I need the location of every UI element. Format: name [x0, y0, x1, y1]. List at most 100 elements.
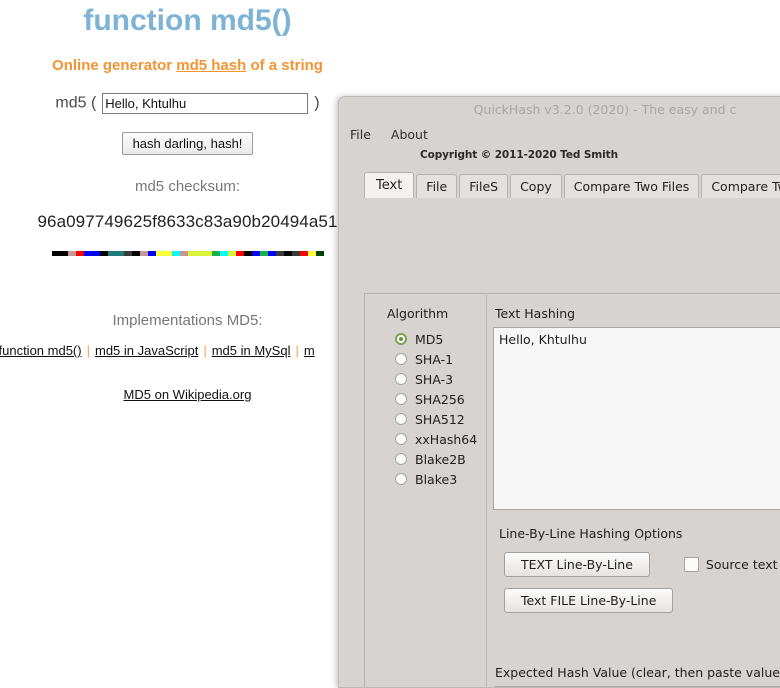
radio-icon[interactable] [395, 393, 407, 405]
wikipedia-link[interactable]: MD5 on Wikipedia.org [124, 387, 252, 402]
text-hashing-textarea[interactable]: Hello, Khtulhu [493, 327, 780, 510]
color-bar-segment [235, 251, 244, 256]
algorithm-option-label: xxHash64 [415, 431, 478, 447]
checksum-value: 96a097749625f8633c83a90b20494a51 [37, 212, 338, 231]
algorithm-option-sha-3[interactable]: SHA-3 [366, 369, 486, 389]
color-bar-segment [59, 251, 68, 256]
color-bar-segment [291, 251, 300, 256]
color-bar-segment [163, 251, 172, 256]
source-text-checkbox[interactable] [683, 557, 699, 572]
algorithm-option-sha512[interactable]: SHA512 [366, 409, 486, 429]
menu-item-file[interactable]: File [347, 126, 374, 143]
page-subtitle: Online generator md5 hash of a string [0, 57, 375, 74]
color-bar-segment [259, 251, 268, 256]
color-bar-segment [75, 251, 84, 256]
algorithm-option-label: SHA-3 [415, 371, 454, 387]
menubar: File About [339, 123, 780, 145]
tab-file[interactable]: File [416, 174, 458, 198]
algorithm-option-label: SHA512 [415, 411, 465, 427]
link-separator: | [295, 343, 299, 358]
color-bar-segment [187, 251, 196, 256]
color-bar-segment [227, 251, 236, 256]
radio-icon[interactable] [395, 473, 407, 485]
wikipedia-link-wrapper: MD5 on Wikipedia.org [0, 387, 375, 402]
tab-compare-two-folders[interactable]: Compare Two Folders [701, 174, 780, 198]
radio-icon[interactable] [395, 373, 407, 385]
algorithm-option-xxhash64[interactable]: xxHash64 [366, 429, 486, 449]
line-by-line-section-label: Line-By-Line Hashing Options [499, 526, 683, 541]
algorithm-title: Algorithm [387, 306, 449, 321]
link-separator: | [86, 343, 90, 358]
window-titlebar[interactable]: QuickHash v3.2.0 (2020) - The easy and c [339, 97, 780, 123]
tab-copy[interactable]: Copy [510, 174, 562, 198]
text-line-by-line-button[interactable]: TEXT Line-By-Line [504, 552, 650, 577]
algorithm-option-sha-1[interactable]: SHA-1 [366, 349, 486, 369]
algorithm-option-label: Blake3 [415, 471, 458, 487]
color-bar-segment [51, 251, 60, 256]
link-separator: | [203, 343, 207, 358]
color-bar-segment [115, 251, 124, 256]
implementation-link[interactable]: md5 in JavaScript [95, 343, 198, 358]
md5-string-input[interactable] [102, 93, 309, 114]
text-file-line-by-line-button[interactable]: Text FILE Line-By-Line [504, 588, 674, 613]
quickhash-window: QuickHash v3.2.0 (2020) - The easy and c… [338, 96, 780, 688]
color-bar-segment [131, 251, 140, 256]
algorithm-option-blake3[interactable]: Blake3 [366, 469, 486, 489]
hash-color-bar [51, 251, 324, 256]
checksum-label: md5 checksum: [134, 178, 241, 195]
page-title: function md5() [83, 4, 292, 37]
subtitle-text-before: Online generator [52, 57, 177, 74]
color-bar-segment [139, 251, 148, 256]
implementation-link[interactable]: m [304, 343, 315, 358]
implementation-link[interactable]: md5 in MySql [212, 343, 291, 358]
algorithm-option-md5[interactable]: MD5 [366, 329, 486, 349]
algorithm-option-sha256[interactable]: SHA256 [366, 389, 486, 409]
color-bar-segment [107, 251, 116, 256]
tab-files[interactable]: FileS [459, 174, 509, 198]
color-bar-segment [267, 251, 276, 256]
color-bar-wrapper [0, 243, 375, 261]
line-by-line-row-2: Text FILE Line-By-Line [493, 588, 780, 613]
implementation-links-row: nual function md5() | md5 in JavaScript | md… [0, 343, 330, 358]
color-bar-segment [251, 251, 260, 256]
color-bar-segment [83, 251, 92, 256]
source-text-checkbox-wrapper[interactable]: Source text IN [683, 557, 780, 572]
algorithm-option-label: SHA256 [415, 391, 465, 407]
algorithm-option-label: MD5 [415, 331, 444, 347]
algorithm-option-blake2b[interactable]: Blake2B [366, 449, 486, 469]
hash-submit-button[interactable]: hash darling, hash! [121, 132, 254, 155]
algorithm-panel: Algorithm MD5 SHA-1 SHA-3 SHA256 SHA512 xxHas… [366, 295, 487, 687]
color-bar-segment [195, 251, 204, 256]
color-bar-segment [307, 251, 316, 256]
radio-icon[interactable] [395, 453, 407, 465]
radio-icon[interactable] [395, 433, 407, 445]
color-bar-segment [123, 251, 132, 256]
source-text-checkbox-label: Source text IN [705, 557, 780, 572]
text-hashing-pane: Text Hashing Hello, Khtulhu Line-By-Line… [493, 295, 780, 687]
radio-icon[interactable] [395, 413, 407, 425]
color-bar-segment [243, 251, 252, 256]
tab-compare-two-files[interactable]: Compare Two Files [563, 174, 700, 198]
color-bar-segment [275, 251, 284, 256]
color-bar-segment [283, 251, 292, 256]
radio-icon[interactable] [395, 353, 407, 365]
algorithm-option-label: SHA-1 [415, 351, 454, 367]
implementation-link[interactable]: nual function md5() [0, 343, 82, 358]
form-suffix-label: ) [314, 94, 320, 112]
color-bar-segment [99, 251, 108, 256]
subtitle-text-after: of a string [246, 57, 323, 74]
line-by-line-row-1: TEXT Line-By-Line Source text IN [493, 552, 780, 577]
md5-hash-link[interactable]: md5 hash [176, 57, 246, 74]
tab-panel-text: Algorithm MD5 SHA-1 SHA-3 SHA256 SHA512 xxHas… [364, 293, 780, 687]
color-bar-segment [91, 251, 100, 256]
radio-icon[interactable] [395, 333, 407, 345]
algorithm-radio-group: MD5 SHA-1 SHA-3 SHA256 SHA512 xxHash64 Blake2B… [366, 329, 486, 489]
menu-item-about[interactable]: About [388, 126, 431, 143]
color-bar-segment [179, 251, 188, 256]
color-bar-segment [203, 251, 212, 256]
tab-text[interactable]: Text [364, 172, 415, 198]
tab-bar: Text File FileS Copy Compare Two Files Compar… [339, 172, 780, 198]
md5-form-row: md5 () [0, 93, 375, 114]
color-bar-segment [171, 251, 180, 256]
implementations-label: Implementations MD5: [112, 312, 263, 329]
